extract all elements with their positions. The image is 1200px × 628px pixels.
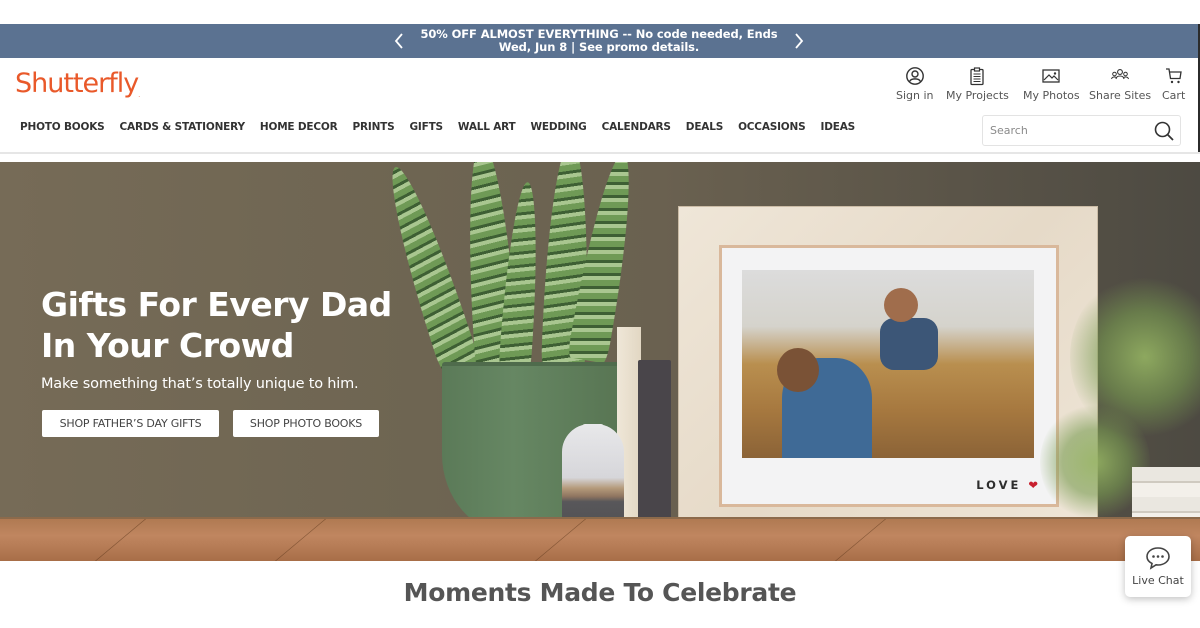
floor-seam [834, 519, 887, 561]
hero-subtitle: Make something that’s totally unique to … [41, 376, 359, 392]
nav-occasions[interactable]: OCCASIONS [738, 121, 806, 133]
logo-text: Shutterfly [15, 68, 139, 99]
frame-mat: LOVE ❤ [719, 245, 1059, 507]
header-divider [0, 152, 1200, 154]
clipboard-icon [970, 67, 985, 86]
cart-label: Cart [1162, 89, 1186, 102]
shop-photo-books-button[interactable]: SHOP PHOTO BOOKS [233, 410, 379, 437]
share-sites-label: Share Sites [1089, 89, 1152, 102]
main-nav: PHOTO BOOKS CARDS & STATIONERY HOME DECO… [20, 121, 855, 133]
chevron-left-icon [394, 33, 403, 49]
shop-fathers-day-gifts-button[interactable]: SHOP FATHER’S DAY GIFTS [42, 410, 219, 437]
chat-bubble-icon [1146, 547, 1170, 570]
sign-in-link[interactable]: Sign in [896, 66, 934, 102]
nav-deals[interactable]: DEALS [686, 121, 723, 133]
hero-title-line1: Gifts For Every Dad [41, 285, 392, 324]
nav-gifts[interactable]: GIFTS [409, 121, 443, 133]
nav-ideas[interactable]: IDEAS [821, 121, 856, 133]
chevron-right-icon [795, 33, 804, 49]
father-son-photo [742, 270, 1034, 458]
cart-icon [1165, 68, 1182, 84]
search-box [982, 115, 1181, 146]
my-projects-label: My Projects [946, 89, 1009, 102]
sign-in-label: Sign in [896, 89, 934, 102]
photo-kid-head [884, 288, 918, 322]
nav-cards-stationery[interactable]: CARDS & STATIONERY [120, 121, 246, 133]
image-icon [1042, 69, 1060, 83]
picture-frame: LOVE ❤ [678, 206, 1098, 541]
group-icon [1111, 69, 1130, 80]
share-sites-link[interactable]: Share Sites [1089, 66, 1151, 102]
cart-link[interactable]: Cart [1162, 66, 1185, 102]
frame-caption: LOVE ❤ [976, 478, 1038, 492]
hero-banner: LOVE ❤ Gifts For Every Dad In Your Crowd… [0, 162, 1200, 561]
plant-leaf [376, 162, 480, 374]
wood-floor [0, 519, 1200, 561]
hero-title-line2: In Your Crowd [41, 326, 294, 365]
search-button[interactable] [1153, 120, 1175, 147]
promo-banner: 50% OFF ALMOST EVERYTHING -- No code nee… [0, 24, 1198, 58]
photo-kid-body [880, 318, 938, 370]
section-title: Moments Made To Celebrate [403, 578, 797, 607]
floor-seam [534, 519, 587, 561]
nav-photo-books[interactable]: PHOTO BOOKS [20, 121, 105, 133]
live-chat-button[interactable]: Live Chat [1125, 536, 1191, 597]
live-chat-label: Live Chat [1132, 574, 1184, 587]
nav-wedding[interactable]: WEDDING [531, 121, 587, 133]
my-projects-link[interactable]: My Projects [946, 66, 1009, 102]
floor-seam [94, 519, 147, 561]
logo-dot: . [138, 92, 140, 99]
promo-text[interactable]: 50% OFF ALMOST EVERYTHING -- No code nee… [414, 28, 784, 54]
search-icon [1154, 121, 1174, 141]
nav-prints[interactable]: PRINTS [352, 121, 394, 133]
frame-caption-text: LOVE [976, 478, 1022, 492]
user-circle-icon [905, 67, 924, 85]
shutterfly-logo[interactable]: Shutterfly. [15, 68, 140, 99]
nav-calendars[interactable]: CALENDARS [602, 121, 671, 133]
search-input[interactable] [983, 124, 1143, 137]
nav-wall-art[interactable]: WALL ART [458, 121, 516, 133]
promo-next-button[interactable] [784, 33, 814, 49]
my-photos-label: My Photos [1023, 89, 1080, 102]
my-photos-link[interactable]: My Photos [1023, 66, 1080, 102]
floor-seam [274, 519, 327, 561]
photo-man-head [777, 348, 819, 392]
heart-icon: ❤ [1028, 478, 1038, 492]
hero-title: Gifts For Every Dad In Your Crowd [41, 284, 392, 366]
promo-prev-button[interactable] [384, 33, 414, 49]
nav-home-decor[interactable]: HOME DECOR [260, 121, 338, 133]
